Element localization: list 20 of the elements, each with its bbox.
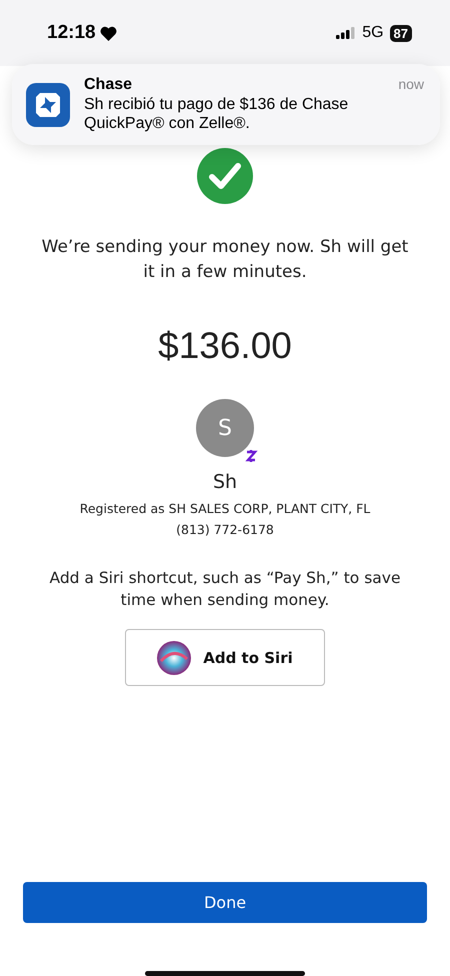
app-name: Chase [84, 76, 134, 94]
done-button[interactable]: Done [23, 882, 427, 923]
app-icon [26, 82, 70, 126]
recipient-avatar: S [196, 399, 254, 457]
network-type: 5G [362, 24, 384, 42]
payment-amount: $136.00 [158, 325, 292, 367]
recipient-name: Sh [212, 471, 238, 493]
signal-icon [336, 27, 356, 39]
heart-icon [100, 26, 117, 40]
checkmark-icon [197, 148, 253, 204]
siri-icon [157, 640, 192, 674]
notification-time: now [398, 76, 424, 94]
phone-number: (813) 772-6178 [176, 522, 274, 537]
status-message: We’re sending your money now. Sh will get it in a few minutes. [40, 236, 410, 284]
notification-message: Sh recibió tu pago de $136 de Chase QuickPay® con Zelle®. [84, 95, 350, 133]
registration-info: Registered as SH SALES CORP, PLANT CITY, FL [80, 501, 370, 516]
clock: 12:18 [47, 22, 96, 44]
add-to-siri-button[interactable]: Add to Siri [125, 629, 325, 686]
battery-level: 87 [390, 24, 412, 42]
siri-prompt: Add a Siri shortcut, such as “Pay Sh,” to save time when sending money. [48, 568, 402, 611]
